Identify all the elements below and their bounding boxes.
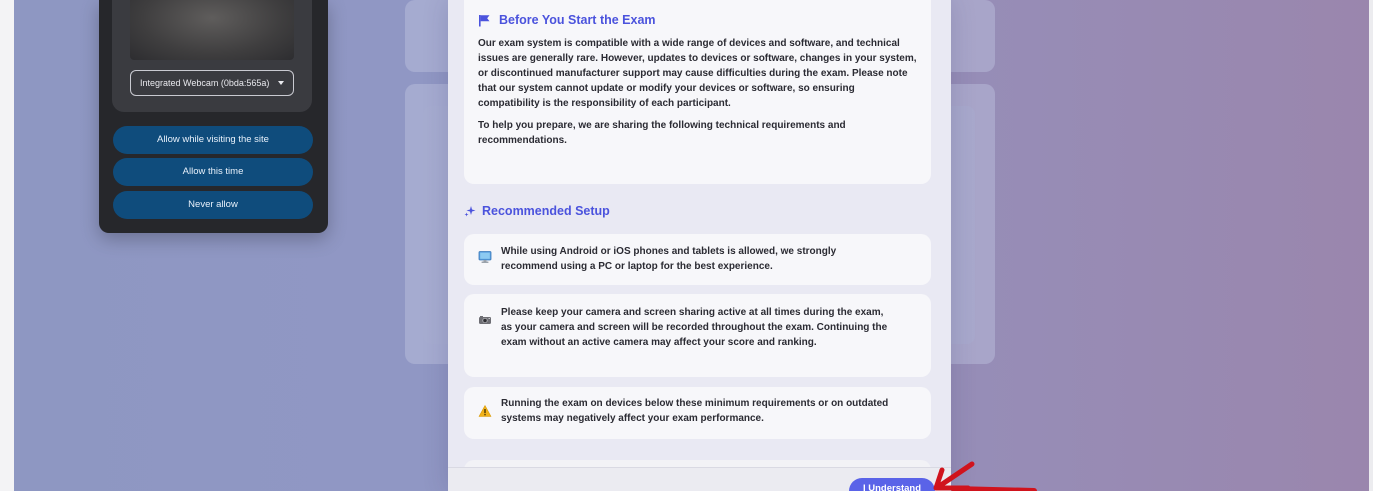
before-start-title-row: Before You Start the Exam <box>478 11 917 29</box>
recommended-setup-title: Recommended Setup <box>482 204 610 218</box>
recommended-setup-title-row: Recommended Setup <box>464 204 610 218</box>
camera-select[interactable]: Integrated Webcam (0bda:565a) <box>130 70 294 96</box>
caret-down-icon <box>278 81 284 85</box>
recommendation-text: Please keep your camera and screen shari… <box>501 307 888 348</box>
exam-requirements-modal: Before You Start the Exam Our exam syste… <box>448 0 951 491</box>
camera-icon <box>479 316 491 324</box>
recommendation-item: Running the exam on devices below these … <box>464 387 931 439</box>
annotation-arrow-icon <box>933 461 1037 491</box>
sparkle-icon <box>464 206 476 217</box>
before-start-paragraph-1: Our exam system is compatible with a wid… <box>478 38 917 109</box>
before-start-paragraph-2: To help you prepare, we are sharing the … <box>478 120 846 146</box>
before-start-card: Before You Start the Exam Our exam syste… <box>464 0 931 184</box>
allow-while-visiting-button[interactable]: Allow while visiting the site <box>113 126 313 154</box>
camera-preview-panel: Integrated Webcam (0bda:565a) <box>112 0 312 112</box>
camera-select-value: Integrated Webcam (0bda:565a) <box>140 78 270 88</box>
camera-permission-popup: Integrated Webcam (0bda:565a) Allow whil… <box>99 0 328 233</box>
warning-icon <box>478 405 492 417</box>
camera-preview <box>130 0 294 60</box>
recommendation-text: While using Android or iOS phones and ta… <box>501 246 837 272</box>
never-allow-button[interactable]: Never allow <box>113 191 313 219</box>
recommendation-text: Running the exam on devices below these … <box>501 398 889 424</box>
browser-frame-left <box>0 0 14 491</box>
recommendation-item: While using Android or iOS phones and ta… <box>464 234 931 285</box>
i-understand-button[interactable]: I Understand <box>849 478 935 491</box>
allow-this-time-button[interactable]: Allow this time <box>113 158 313 186</box>
before-start-title: Before You Start the Exam <box>499 13 656 27</box>
flag-icon <box>479 14 490 26</box>
computer-icon <box>478 251 492 263</box>
recommendation-item: Please keep your camera and screen shari… <box>464 294 931 377</box>
browser-frame-right <box>1369 0 1373 491</box>
